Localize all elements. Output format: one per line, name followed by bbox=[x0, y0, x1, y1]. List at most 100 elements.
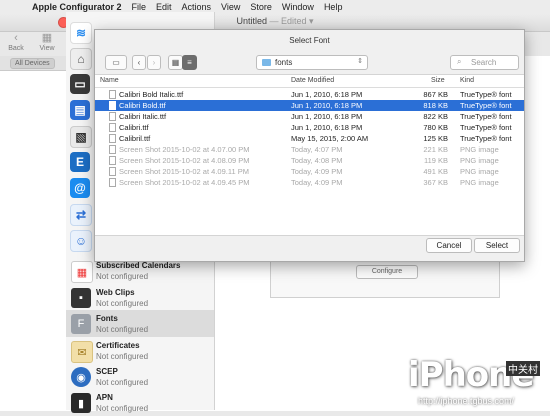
file-row: Screen Shot 2015-10-02 at 4.08.09 PM Toda… bbox=[95, 155, 524, 166]
image-file-icon bbox=[109, 156, 116, 165]
caldav-icon[interactable]: ⇄ bbox=[70, 204, 92, 226]
file-date: Today, 4:09 PM bbox=[291, 167, 343, 176]
menu-edit[interactable]: Edit bbox=[156, 2, 172, 12]
location-popup[interactable]: fonts ⇕ bbox=[256, 55, 368, 70]
sidebar-item-title: Certificates bbox=[96, 341, 140, 350]
dialog-title: Select Font bbox=[289, 36, 330, 45]
mail-icon[interactable]: ▧ bbox=[70, 126, 92, 148]
watermark-url: http://iphone.tgbus.com/ bbox=[418, 396, 515, 406]
file-date: Jun 1, 2010, 6:18 PM bbox=[291, 112, 363, 121]
file-kind: TrueType® font bbox=[460, 101, 512, 110]
view-label: View bbox=[39, 45, 55, 52]
select-font-dialog: Select Font ▭ ‹ › ▦ ≡ fonts ⇕ ⌕ Search N… bbox=[94, 29, 525, 262]
sidebar-item-status: Not configured bbox=[96, 272, 149, 281]
menu-file[interactable]: File bbox=[132, 2, 147, 12]
file-date: Today, 4:08 PM bbox=[291, 156, 343, 165]
view-button[interactable]: ▦ View bbox=[34, 32, 60, 54]
font-file-icon bbox=[109, 112, 116, 121]
font-file-icon bbox=[109, 90, 116, 99]
sidebar-item-status: Not configured bbox=[96, 325, 149, 334]
file-row[interactable]: Calibri Bold.ttf Jun 1, 2010, 6:18 PM 818 … bbox=[95, 100, 524, 111]
sidebar-item-title: Fonts bbox=[96, 314, 118, 323]
view-grid-icon: ▦ bbox=[41, 32, 53, 44]
file-list: Name Date Modified Size Kind Calibri Bol… bbox=[95, 74, 524, 236]
file-size: 491 KB bbox=[423, 167, 448, 176]
icon-view-button[interactable]: ▦ bbox=[168, 55, 183, 70]
ldap-at-icon[interactable]: @ bbox=[70, 178, 90, 198]
exchange-icon[interactable]: E bbox=[70, 152, 90, 172]
configure-button[interactable]: Configure bbox=[356, 265, 418, 279]
back-nav-button[interactable]: ‹ bbox=[132, 55, 146, 70]
sidebar-item-certificates[interactable]: ✉ Certificates Not configured bbox=[66, 337, 214, 364]
column-name[interactable]: Name bbox=[100, 77, 119, 84]
chevron-right-icon: › bbox=[152, 58, 156, 67]
file-kind: PNG image bbox=[460, 145, 499, 154]
menu-help[interactable]: Help bbox=[324, 2, 343, 12]
airprint-icon[interactable]: ▤ bbox=[70, 100, 90, 120]
forward-nav-button[interactable]: › bbox=[147, 55, 161, 70]
app-menu[interactable]: Apple Configurator 2 bbox=[32, 2, 122, 12]
sidebar-item-status: Not configured bbox=[96, 404, 149, 413]
list-view-button[interactable]: ≡ bbox=[182, 55, 197, 70]
edited-indicator[interactable]: — Edited ▾ bbox=[269, 16, 313, 26]
select-button[interactable]: Select bbox=[474, 238, 520, 253]
airplay-icon[interactable]: ▭ bbox=[70, 74, 90, 94]
file-name: Calibri Bold Italic.ttf bbox=[119, 90, 184, 99]
wifi-icon[interactable]: ≋ bbox=[70, 22, 92, 44]
file-row: Screen Shot 2015-10-02 at 4.07.00 PM Toda… bbox=[95, 144, 524, 155]
file-size: 822 KB bbox=[423, 112, 448, 121]
file-date: Today, 4:09 PM bbox=[291, 178, 343, 187]
file-row[interactable]: Calibri Italic.ttf Jun 1, 2010, 6:18 PM 82… bbox=[95, 111, 524, 122]
menu-actions[interactable]: Actions bbox=[182, 2, 212, 12]
file-date: May 15, 2015, 2:00 AM bbox=[291, 134, 369, 143]
cancel-button[interactable]: Cancel bbox=[426, 238, 472, 253]
sidebar-item-status: Not configured bbox=[96, 299, 149, 308]
file-name: Screen Shot 2015-10-02 at 4.09.11 PM bbox=[119, 167, 249, 176]
back-button[interactable]: ‹ Back bbox=[3, 32, 29, 54]
menu-window[interactable]: Window bbox=[282, 2, 314, 12]
chevron-left-icon: ‹ bbox=[14, 32, 18, 44]
file-name: Calibri.ttf bbox=[119, 123, 149, 132]
file-name: Calibril.ttf bbox=[119, 134, 151, 143]
file-date: Jun 1, 2010, 6:18 PM bbox=[291, 123, 363, 132]
menu-view[interactable]: View bbox=[221, 2, 240, 12]
image-file-icon bbox=[109, 167, 116, 176]
file-row[interactable]: Calibri.ttf Jun 1, 2010, 6:18 PM 780 KB Tru… bbox=[95, 122, 524, 133]
file-kind: TrueType® font bbox=[460, 134, 512, 143]
watermark: iPhone 中关村 http://iphone.tgbus.com/ bbox=[378, 355, 550, 411]
calendar-icon: ▦ bbox=[71, 261, 93, 283]
contacts-icon[interactable]: ☺ bbox=[70, 230, 92, 252]
file-list-header: Name Date Modified Size Kind bbox=[95, 75, 524, 88]
apn-icon: ▮ bbox=[71, 393, 91, 413]
image-file-icon bbox=[109, 178, 116, 187]
file-size: 367 KB bbox=[423, 178, 448, 187]
column-size[interactable]: Size bbox=[431, 77, 445, 84]
sidebar-item-web-clips[interactable]: ▪ Web Clips Not configured bbox=[66, 284, 214, 311]
sidebar-item-status: Not configured bbox=[96, 378, 149, 387]
file-date: Jun 1, 2010, 6:18 PM bbox=[291, 101, 363, 110]
sidebar-item-apn[interactable]: ▮ APN Not configured bbox=[66, 389, 214, 416]
file-row[interactable]: Calibril.ttf May 15, 2015, 2:00 AM 125 KB T… bbox=[95, 133, 524, 144]
file-row: Screen Shot 2015-10-02 at 4.09.11 PM Toda… bbox=[95, 166, 524, 177]
file-date: Today, 4:07 PM bbox=[291, 145, 343, 154]
sidebar-item-fonts[interactable]: F Fonts Not configured bbox=[66, 310, 214, 337]
search-field[interactable]: ⌕ Search bbox=[450, 55, 519, 70]
menu-store[interactable]: Store bbox=[250, 2, 272, 12]
document-name: Untitled bbox=[236, 16, 267, 26]
column-kind[interactable]: Kind bbox=[460, 77, 474, 84]
file-size: 780 KB bbox=[423, 123, 448, 132]
font-file-icon bbox=[109, 134, 116, 143]
sidebar-item-title: Subscribed Calendars bbox=[96, 261, 181, 270]
file-name: Calibri Italic.ttf bbox=[119, 112, 167, 121]
sidebar-item-title: SCEP bbox=[96, 367, 118, 376]
sidebar-item-title: APN bbox=[96, 393, 113, 402]
vpn-lock-icon[interactable]: ⌂ bbox=[70, 48, 92, 70]
column-date-modified[interactable]: Date Modified bbox=[291, 77, 334, 84]
tab-all-devices[interactable]: All Devices bbox=[10, 58, 55, 69]
file-row[interactable]: Calibri Bold Italic.ttf Jun 1, 2010, 6:18… bbox=[95, 89, 524, 100]
file-size: 867 KB bbox=[423, 90, 448, 99]
sidebar-item-scep[interactable]: ◉ SCEP Not configured bbox=[66, 363, 214, 390]
file-size: 818 KB bbox=[423, 101, 448, 110]
sidebar-toggle-button[interactable]: ▭ bbox=[105, 55, 127, 70]
chevron-left-icon: ‹ bbox=[137, 58, 141, 67]
